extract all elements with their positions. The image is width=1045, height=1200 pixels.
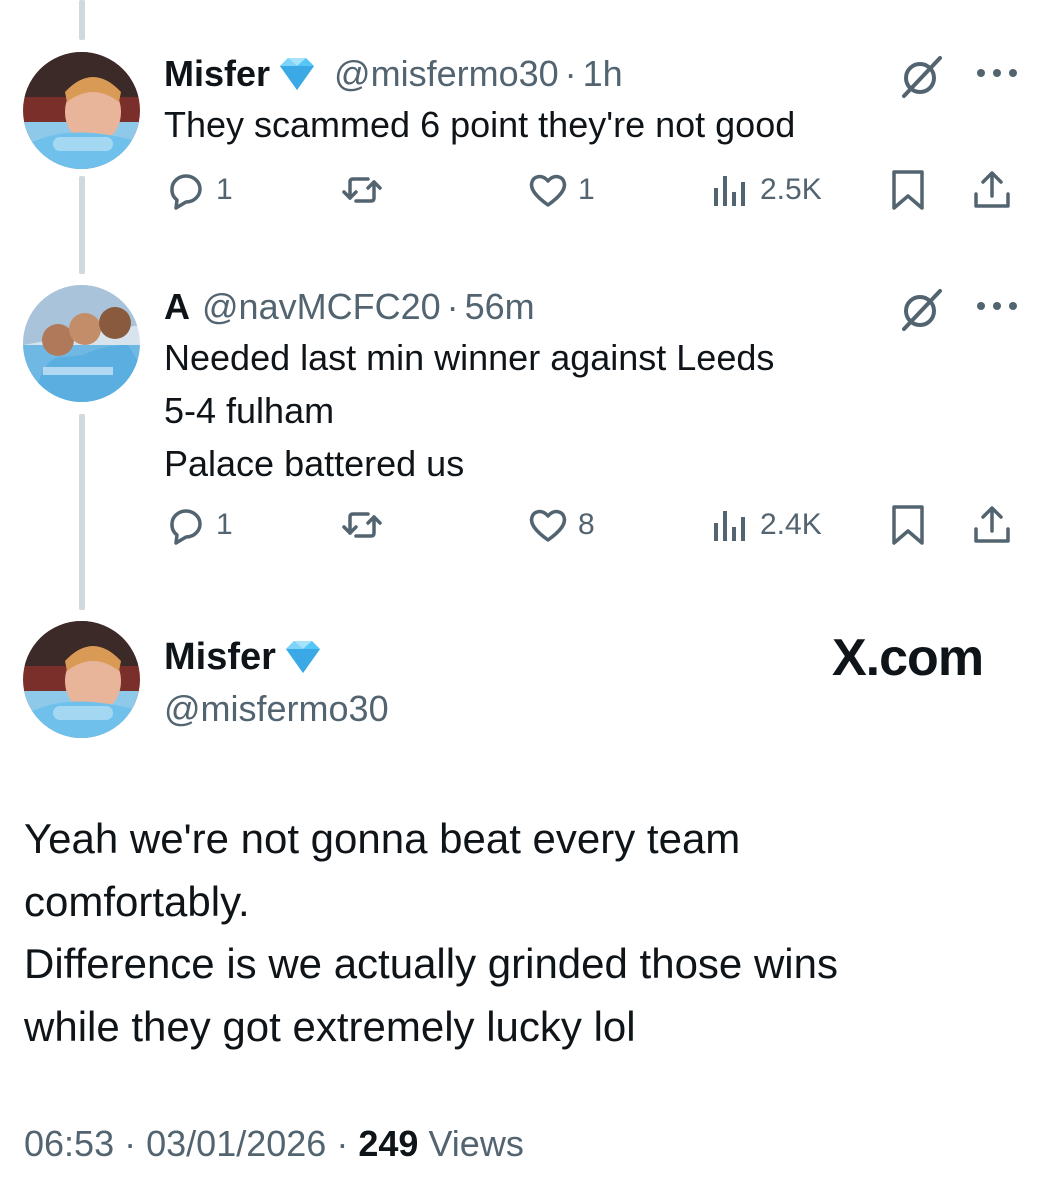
reply-text-line: 5-4 fulham — [164, 390, 335, 431]
grok-icon[interactable] — [898, 52, 946, 100]
main-text-line: while they got extremely lucky lol — [24, 1002, 636, 1050]
reply-count: 1 — [216, 173, 233, 206]
reply-icon — [170, 174, 202, 210]
user-handle[interactable]: @misfermo30 — [334, 52, 559, 96]
display-name[interactable]: A — [164, 285, 190, 329]
share-icon — [974, 171, 1010, 208]
reply-text-line: They scammed 6 point they're not good — [164, 104, 796, 145]
like-button[interactable]: 1 — [526, 168, 595, 212]
main-post-text: Yeah we're not gonna beat every team com… — [24, 808, 838, 1058]
post-metadata: 06:53 · 03/01/2026 · 249 Views — [24, 1120, 524, 1168]
diamond-emoji-icon — [280, 58, 315, 90]
share-icon — [974, 506, 1010, 543]
reply-text-line: Needed last min winner against Leeds — [164, 337, 775, 378]
main-text-line: Yeah we're not gonna beat every team — [24, 815, 741, 862]
views-number[interactable]: 249 — [358, 1123, 418, 1164]
xcom-watermark: X.com — [832, 629, 984, 687]
like-count: 8 — [578, 508, 595, 541]
share-button[interactable] — [970, 503, 1014, 547]
reply-header: A @navMCFC20 · 56m — [164, 285, 535, 329]
grok-icon[interactable] — [898, 285, 946, 333]
views-label: Views — [428, 1123, 524, 1164]
repost-button[interactable] — [340, 168, 384, 212]
post-date[interactable]: 03/01/2026 — [146, 1123, 326, 1164]
separator-dot: · — [124, 1123, 137, 1164]
repost-button[interactable] — [340, 503, 384, 547]
share-button[interactable] — [970, 168, 1014, 212]
views-button[interactable]: 2.5K — [708, 168, 822, 212]
bookmark-icon — [892, 170, 924, 210]
post-time[interactable]: 56m — [465, 285, 535, 329]
bookmark-icon — [892, 505, 924, 545]
reply-text-line: Palace battered us — [164, 443, 465, 484]
bookmark-button[interactable] — [886, 168, 930, 212]
reply-count: 1 — [216, 508, 233, 541]
like-icon — [529, 509, 567, 542]
views-icon — [714, 511, 745, 541]
reply-text: Needed last min winner against Leeds 5-4… — [164, 331, 774, 490]
reply-button[interactable]: 1 — [164, 168, 233, 212]
diamond-emoji-icon — [285, 641, 320, 673]
reply-button[interactable]: 1 — [164, 503, 233, 547]
separator-dot: · — [446, 286, 459, 327]
views-count: 2.5K — [760, 173, 822, 206]
main-post-header: Misfer @misfermo30 — [164, 634, 389, 732]
avatar[interactable] — [23, 285, 140, 402]
separator-dot: · — [564, 53, 577, 94]
user-handle[interactable]: @navMCFC20 — [202, 285, 441, 329]
more-icon[interactable] — [975, 66, 1019, 80]
main-display-name[interactable]: Misfer — [164, 634, 276, 680]
reply-text: They scammed 6 point they're not good — [164, 98, 795, 151]
views-count: 2.4K — [760, 508, 822, 541]
separator-dot: · — [336, 1123, 349, 1164]
views-button[interactable]: 2.4K — [708, 503, 822, 547]
main-avatar[interactable] — [23, 621, 140, 738]
reply-tweet-1[interactable]: Misfer @misfermo30 · 1h They scammed 6 p… — [0, 52, 1045, 242]
like-count: 1 — [578, 173, 595, 206]
post-time[interactable]: 1h — [583, 52, 623, 96]
reply-tweet-2[interactable]: A @navMCFC20 · 56m Needed last min winne… — [0, 285, 1045, 585]
action-bar: 1 1 2.5K — [0, 168, 1045, 218]
main-text-line: Difference is we actually grinded those … — [24, 940, 838, 987]
reply-icon — [170, 509, 202, 545]
repost-icon — [342, 177, 382, 203]
thread-line-top — [79, 0, 85, 40]
reply-header: Misfer @misfermo30 · 1h — [164, 52, 623, 96]
display-name[interactable]: Misfer — [164, 52, 270, 96]
like-button[interactable]: 8 — [526, 503, 595, 547]
action-bar: 1 8 2.4K — [0, 503, 1045, 553]
more-icon[interactable] — [975, 299, 1019, 313]
post-timestamp[interactable]: 06:53 — [24, 1123, 114, 1164]
main-user-handle[interactable]: @misfermo30 — [164, 686, 389, 732]
bookmark-button[interactable] — [886, 503, 930, 547]
repost-icon — [342, 512, 382, 538]
main-text-line: comfortably. — [24, 877, 250, 925]
views-icon — [714, 176, 745, 206]
like-icon — [529, 174, 567, 207]
avatar[interactable] — [23, 52, 140, 169]
